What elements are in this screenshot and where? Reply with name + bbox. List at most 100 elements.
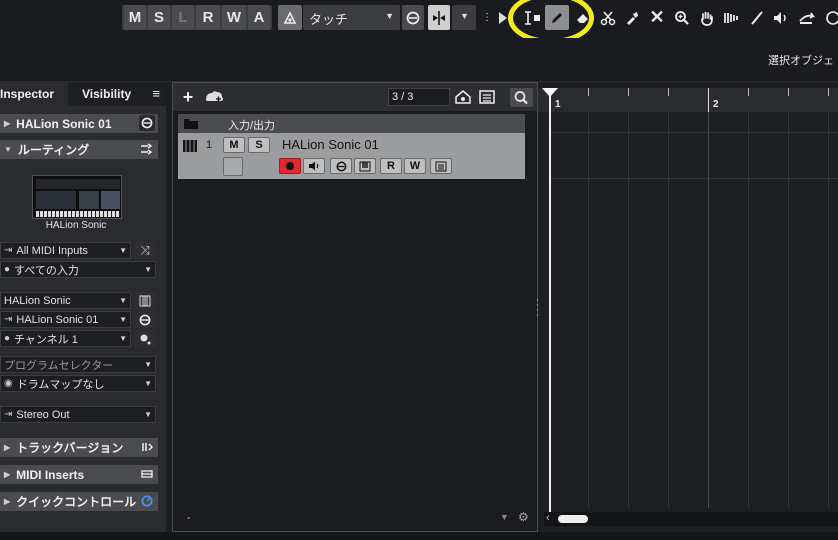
chevron-down-icon[interactable]: ▼ — [500, 512, 509, 522]
mute-tool-icon[interactable]: ✕ — [645, 5, 669, 30]
play-tool-icon[interactable] — [769, 5, 793, 30]
shuffle-icon[interactable]: ⤨ — [134, 242, 156, 259]
record-enable-button[interactable] — [279, 158, 301, 174]
instrument-track-icon — [182, 139, 198, 153]
audio-output-select[interactable]: ⇥ Stereo Out ▼ — [0, 406, 156, 423]
chevron-down-icon: ▼ — [144, 379, 152, 388]
ruler-tick — [828, 88, 829, 96]
horizontal-scrollbar[interactable]: ‹ — [544, 512, 838, 526]
add-track-icon[interactable]: + — [178, 88, 198, 106]
track-list-toolbar: + 3 / 3 — [173, 83, 537, 111]
chevron-down-icon: ▼ — [119, 246, 127, 255]
edit-instrument-icon[interactable] — [139, 115, 155, 131]
timeline-ruler[interactable]: 1 2 — [538, 88, 838, 112]
routing-title: ルーティング — [17, 143, 90, 157]
track-row-separator — [551, 132, 838, 133]
ruler-tick — [788, 88, 789, 96]
hand-tool-icon[interactable] — [695, 5, 719, 30]
add-track-type-icon[interactable] — [203, 89, 225, 105]
instrument-thumbnail[interactable] — [32, 175, 122, 219]
automation-r-button[interactable]: R — [196, 5, 220, 30]
quick-control-icon[interactable] — [139, 493, 155, 509]
list-view-icon[interactable] — [478, 89, 496, 105]
solo-button[interactable]: S — [248, 137, 270, 153]
ruler-tick — [668, 88, 669, 96]
chevron-down-icon: ▼ — [460, 11, 469, 21]
menu-icon[interactable]: ≡ — [152, 86, 160, 101]
inspector-track-header[interactable]: ▶ HALion Sonic 01 — [0, 114, 158, 133]
track-versions-header[interactable]: ▶ トラックバージョン — [0, 438, 158, 457]
ruler-tick — [588, 88, 589, 96]
gear-icon[interactable]: ⚙ — [518, 510, 529, 524]
grid-line — [828, 112, 829, 508]
folder-track-row[interactable]: 入力/出力 — [178, 114, 525, 133]
grid-line — [748, 112, 749, 508]
channel-settings-button[interactable] — [430, 158, 452, 174]
tab-inspector[interactable]: Inspector — [0, 82, 68, 106]
write-automation-button[interactable]: W — [404, 158, 426, 174]
timewarp-tool-icon[interactable] — [795, 5, 819, 30]
program-selector[interactable]: プログラムセレクター ▼ — [0, 356, 156, 373]
expand-arrow-icon: ▶ — [4, 470, 11, 479]
automation-a-button[interactable]: A — [248, 5, 270, 30]
instrument-select[interactable]: HALion Sonic ▼ — [0, 292, 131, 309]
midi-inserts-header[interactable]: ▶ MIDI Inserts — [0, 465, 158, 484]
automation-w-button[interactable]: W — [222, 5, 246, 30]
midi-input-select[interactable]: ⇥ All MIDI Inputs ▼ — [0, 242, 131, 259]
channel-label: チャンネル 1 — [14, 333, 78, 346]
scroll-left-icon[interactable]: ‹ — [546, 512, 550, 524]
routing-options-icon[interactable] — [139, 141, 155, 157]
scrollbar-thumb[interactable] — [558, 515, 588, 523]
piano-editor-button[interactable] — [354, 158, 376, 174]
quick-controls-header[interactable]: ▶ クイックコントロール — [0, 492, 158, 511]
collapse-arrow-icon: ▼ — [4, 145, 12, 154]
tab-visibility[interactable]: Visibility ≡ — [68, 82, 166, 106]
track-name[interactable]: HALion Sonic 01 — [282, 137, 379, 152]
comp-tool-icon[interactable] — [720, 5, 744, 30]
channel-settings-icon[interactable] — [134, 330, 156, 347]
read-automation-button[interactable]: R — [380, 158, 402, 174]
midi-channel-in-select[interactable]: ● すべての入力 ▼ — [0, 261, 156, 278]
automation-s-button[interactable]: S — [148, 5, 170, 30]
search-icon[interactable] — [510, 88, 533, 107]
automation-mode-dropdown[interactable]: タッチ ▼ — [303, 5, 400, 30]
track-color-swatch[interactable] — [223, 157, 243, 176]
dot-icon: ● — [4, 333, 11, 344]
project-area[interactable]: 1 2 ‹ — [538, 82, 838, 532]
marker-dropdown[interactable]: ▼ — [452, 5, 476, 30]
split-tool-icon[interactable] — [596, 5, 620, 30]
glue-tool-icon[interactable] — [620, 5, 644, 30]
output-select[interactable]: ⇥ HALion Sonic 01 ▼ — [0, 311, 131, 328]
chevron-down-icon: ▼ — [119, 296, 127, 305]
color-tool-icon[interactable] — [821, 5, 838, 30]
edit-automation-icon[interactable] — [402, 5, 424, 30]
channel-select[interactable]: ● チャンネル 1 ▼ — [0, 330, 131, 347]
chevron-down-icon: ▼ — [144, 410, 152, 419]
jump-marker-icon[interactable] — [428, 5, 450, 30]
mute-button[interactable]: M — [223, 137, 245, 153]
automation-l-button[interactable]: L — [172, 5, 194, 30]
folder-icon — [183, 117, 199, 130]
routing-section-header[interactable]: ▼ ルーティング — [0, 140, 158, 159]
audio-output-label: Stereo Out — [16, 408, 70, 421]
instrument-track-row[interactable]: 1 M S HALion Sonic 01 R W — [178, 133, 525, 179]
monitor-button[interactable] — [303, 158, 325, 174]
ruler-tick — [628, 88, 629, 96]
ruler-marker-2: 2 — [713, 99, 719, 110]
automation-mode-icon[interactable] — [278, 5, 302, 30]
home-view-icon[interactable] — [454, 89, 472, 105]
versions-icon[interactable] — [139, 439, 155, 455]
drum-map-select[interactable]: ◉ ドラムマップなし ▼ — [0, 375, 156, 392]
bypass-icon[interactable] — [139, 466, 155, 482]
track-versions-label: トラックバージョン — [16, 441, 124, 455]
line-tool-icon[interactable] — [745, 5, 769, 30]
edit-instrument-button[interactable] — [330, 158, 352, 174]
zoom-tool-icon[interactable] — [670, 5, 694, 30]
cubase-window: M S L R W A タッチ ▼ ▼ ⋮ ✕ 選択オブジェ Inspector… — [0, 0, 838, 540]
piano-icon[interactable] — [134, 292, 156, 309]
edit-instrument-icon[interactable] — [134, 311, 156, 328]
automation-m-button[interactable]: M — [124, 5, 146, 30]
output-label: HALion Sonic 01 — [16, 313, 99, 326]
inspector-track-name: HALion Sonic 01 — [16, 116, 112, 131]
chevron-down-icon: ▼ — [119, 334, 127, 343]
